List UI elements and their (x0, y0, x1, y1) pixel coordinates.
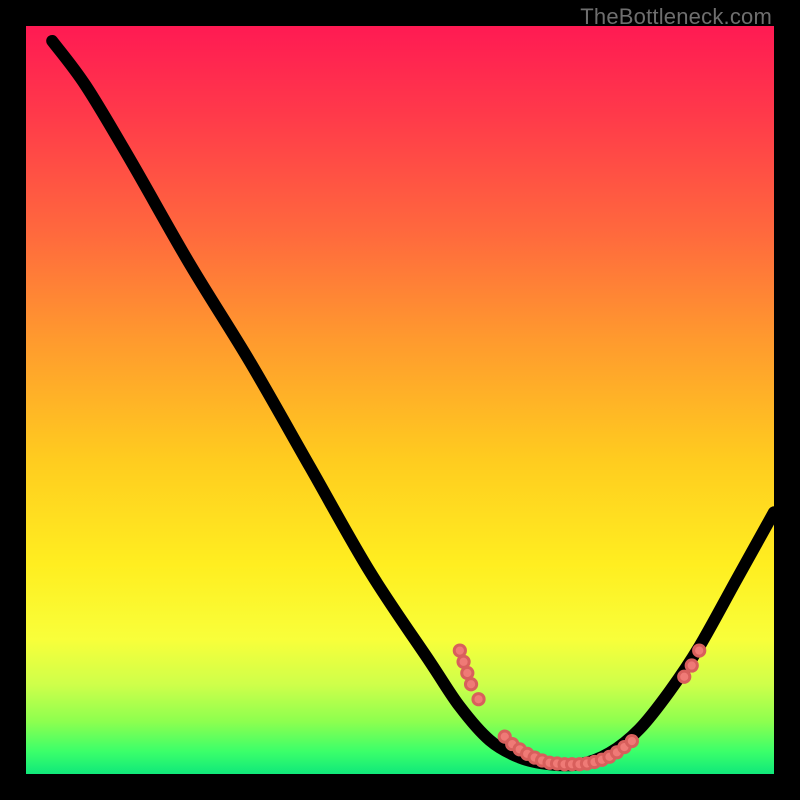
data-point (465, 679, 476, 690)
data-point (473, 694, 484, 705)
data-points (454, 645, 705, 770)
bottleneck-curve (52, 41, 774, 765)
curve-svg (26, 26, 774, 774)
attribution-text: TheBottleneck.com (580, 4, 772, 30)
data-point (462, 667, 473, 678)
data-point (694, 645, 705, 656)
data-point (679, 671, 690, 682)
data-point (458, 656, 469, 667)
data-point (454, 645, 465, 656)
chart-frame: TheBottleneck.com (0, 0, 800, 800)
data-point (686, 660, 697, 671)
plot-area (26, 26, 774, 774)
data-point (626, 735, 637, 746)
